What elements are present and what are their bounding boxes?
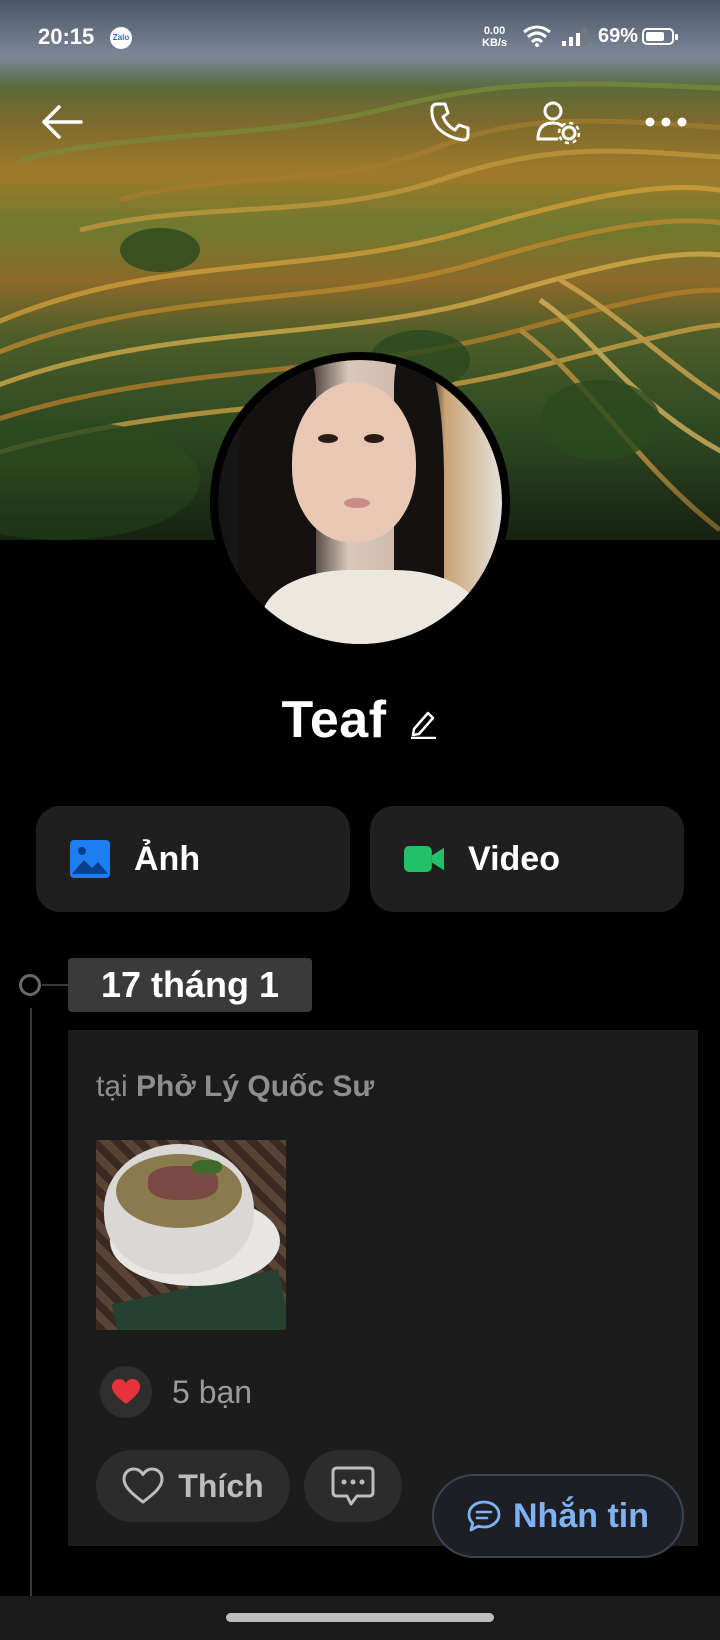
call-button[interactable] — [426, 98, 474, 146]
status-time: 20:15 — [38, 24, 95, 49]
timeline-post[interactable]: tại Phở Lý Quốc Sư 5 bạn Thích — [68, 1030, 698, 1546]
more-icon — [645, 117, 687, 127]
network-speed-unit: KB/s — [482, 37, 508, 49]
timeline-dot — [19, 974, 41, 996]
heart-outline-icon — [122, 1467, 164, 1504]
back-button[interactable] — [38, 98, 86, 146]
comment-icon — [331, 1466, 375, 1506]
post-photo[interactable] — [96, 1140, 286, 1330]
edit-name-button[interactable] — [407, 707, 439, 739]
edit-pencil-icon — [410, 711, 436, 739]
chat-bubble-icon — [467, 1500, 501, 1532]
wifi-icon — [523, 25, 551, 47]
videos-label: Video — [468, 839, 560, 878]
heart-reaction-badge — [100, 1366, 152, 1418]
like-button[interactable]: Thích — [96, 1450, 290, 1522]
post-location-prefix: tại — [96, 1070, 137, 1103]
photos-label: Ảnh — [134, 839, 201, 878]
like-label: Thích — [178, 1467, 264, 1504]
home-indicator[interactable] — [226, 1613, 494, 1622]
videos-button[interactable]: Video — [370, 806, 684, 912]
post-location[interactable]: tại Phở Lý Quốc Sư — [96, 1070, 374, 1104]
post-reactions[interactable]: 5 bạn — [100, 1366, 252, 1418]
back-arrow-icon — [42, 105, 83, 139]
profile-name-row: Teaf — [0, 690, 720, 750]
profile-avatar[interactable] — [210, 352, 510, 652]
network-speed-value: 0.00 — [483, 25, 506, 37]
more-options-button[interactable] — [642, 98, 690, 146]
send-message-label: Nhắn tin — [513, 1496, 649, 1535]
timeline-date: 17 tháng 1 — [68, 958, 312, 1012]
phone-icon — [430, 102, 470, 142]
battery-percent: 69% — [598, 25, 639, 47]
signal-icon — [562, 28, 587, 46]
network-speed: 0.00 KB/s — [482, 25, 507, 49]
timeline-connector — [42, 984, 70, 986]
profile-name: Teaf — [281, 691, 387, 749]
profile-settings-button[interactable] — [534, 98, 582, 146]
battery-icon — [642, 28, 678, 45]
heart-icon — [112, 1379, 140, 1404]
avatar-photo — [218, 360, 502, 644]
photo-icon — [70, 840, 110, 878]
photos-button[interactable]: Ảnh — [36, 806, 350, 912]
video-camera-icon — [404, 840, 444, 878]
post-location-name: Phở Lý Quốc Sư — [136, 1070, 375, 1103]
reaction-count: 5 bạn — [172, 1373, 253, 1410]
user-settings-icon — [536, 101, 581, 145]
timeline-line — [30, 1008, 32, 1598]
status-bar: 20:15 Zalo 0.00 KB/s 69% — [0, 0, 720, 76]
comment-button[interactable] — [304, 1450, 402, 1522]
zalo-notification-icon: Zalo — [110, 27, 132, 49]
navigation-bar — [0, 1596, 720, 1640]
send-message-button[interactable]: Nhắn tin — [432, 1474, 684, 1558]
